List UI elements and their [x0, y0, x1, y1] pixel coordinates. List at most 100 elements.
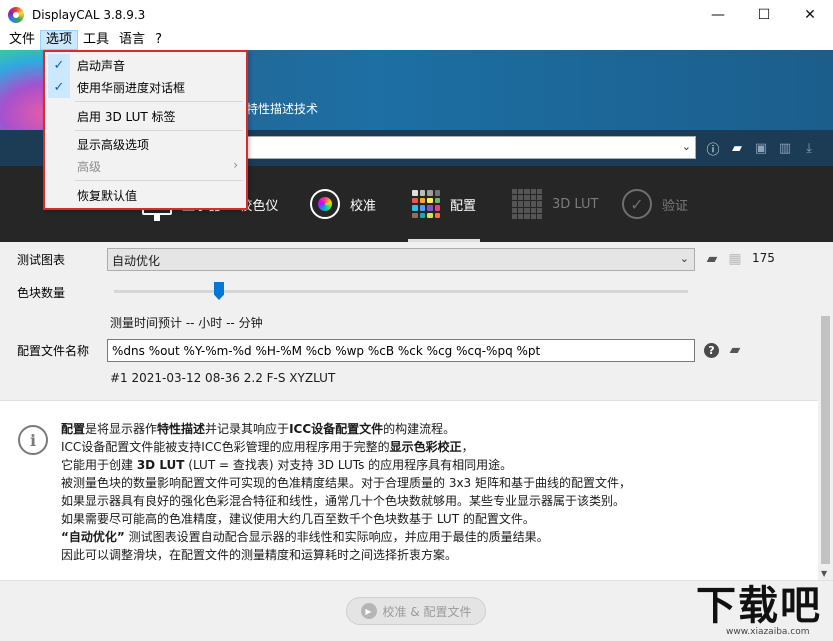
folder-icon[interactable]: ▰: [726, 341, 744, 359]
info-bold: 3D LUT: [136, 458, 185, 472]
info-line: 如果显示器具有良好的强化色彩混合特征和线性，通常几十个色块数就够用。某些专业显示…: [61, 494, 626, 508]
menu-bar: 文件 选项 工具 语言 ?: [0, 30, 833, 50]
info-bold: 配置: [61, 422, 86, 436]
lut-grid-icon: [512, 189, 542, 219]
menu-item-show-advanced[interactable]: 显示高级选项: [45, 133, 246, 155]
chevron-down-icon: ⌄: [679, 252, 689, 265]
test-chart-select[interactable]: 自动优化 ⌄: [107, 248, 695, 271]
folder-icon[interactable]: ▰: [703, 250, 721, 268]
menu-item-label: 恢复默认值: [77, 189, 138, 203]
menu-item-label: 显示高级选项: [77, 138, 150, 152]
info-text: 配置是将显示器作特性描述并记录其响应于ICC设备配置文件的构建流程。 ICC设备…: [61, 420, 801, 564]
tab-verification[interactable]: ✓ 验证: [622, 166, 688, 242]
profile-name-field[interactable]: [108, 340, 694, 361]
menu-item-restore-defaults[interactable]: 恢复默认值: [45, 184, 246, 206]
info-text-span: ICC设备配置文件能被支持ICC色彩管理的应用程序用于完整的: [61, 440, 390, 454]
info-bold: “自动优化”: [61, 530, 125, 544]
info-panel: i 配置是将显示器作特性描述并记录其响应于ICC设备配置文件的构建流程。 ICC…: [0, 400, 818, 580]
info-bold: 显示色彩校正: [389, 440, 462, 454]
patch-count-slider-thumb[interactable]: [214, 282, 224, 300]
patch-count-slider-track[interactable]: [114, 290, 688, 293]
patch-count-label: 色块数量: [17, 286, 66, 300]
menu-item-enable-3dlut-tab[interactable]: 启用 3D LUT 标签: [45, 105, 246, 127]
scrollbar-thumb[interactable]: [821, 316, 830, 564]
info-icon[interactable]: ⓘ: [704, 139, 722, 158]
calibrate-and-profile-button[interactable]: ▶ 校准 & 配置文件: [346, 597, 486, 625]
tab-label: 3D LUT: [552, 196, 599, 212]
settings-profile-select[interactable]: ⌄: [180, 136, 696, 159]
calibrate-and-profile-label: 校准 & 配置文件: [382, 604, 472, 619]
menu-file[interactable]: 文件: [4, 30, 40, 50]
window-controls: — ☐ ✕: [695, 0, 833, 30]
menu-item-label: 启动声音: [77, 59, 126, 73]
tab-3d-lut[interactable]: 3D LUT: [512, 166, 598, 242]
tab-label: 配置: [450, 198, 477, 214]
info-text-span: 是将显示器作: [85, 422, 158, 436]
trash-icon[interactable]: ▥: [776, 139, 794, 157]
test-chart-value: 自动优化: [112, 254, 161, 268]
calibration-icon: [310, 189, 340, 219]
chevron-right-icon: ›: [233, 158, 238, 172]
info-text-span: 它能用于创建: [61, 458, 137, 472]
menu-item-label: 使用华丽进度对话框: [77, 81, 186, 95]
menu-item-label: 高级: [77, 160, 102, 174]
menu-item-advanced: 高级 ›: [45, 155, 246, 177]
verify-check-icon: ✓: [622, 189, 652, 219]
patch-count-value: 175: [752, 251, 775, 265]
info-text-span: 的构建流程。: [383, 422, 456, 436]
banner-caption: 特性描述技术: [246, 102, 319, 116]
help-icon[interactable]: ?: [704, 343, 719, 358]
window-title: DisplayCAL 3.8.9.3: [32, 8, 146, 22]
profile-name-label: 配置文件名称: [17, 344, 90, 358]
checkmark-icon: ✓: [48, 54, 70, 76]
info-line: 因此可以调整滑块，在配置文件的测量精度和运算耗时之间选择折衷方案。: [61, 548, 458, 562]
info-text-span: 测试图表设置自动配合显示器的非线性和实际响应，并应用于最佳的质量结果。: [124, 530, 549, 544]
watermark-logo: 下载吧: [696, 583, 822, 629]
menu-item-startup-sound[interactable]: ✓ 启动声音: [45, 54, 246, 76]
test-chart-label: 测试图表: [17, 253, 66, 267]
menu-language[interactable]: 语言: [114, 30, 150, 50]
info-line: 它能用于创建 3D LUT (LUT = 查找表) 对支持 3D LUTs 的应…: [61, 456, 801, 474]
profiling-grid-icon: [412, 190, 440, 218]
info-bold: ICC设备配置文件: [289, 422, 384, 436]
info-line: ICC设备配置文件能被支持ICC色彩管理的应用程序用于完整的显示色彩校正，: [61, 438, 801, 456]
info-line: “自动优化” 测试图表设置自动配合显示器的非线性和实际响应，并应用于最佳的质量结…: [61, 528, 801, 546]
menu-separator: [75, 130, 243, 131]
menu-help[interactable]: ?: [150, 30, 167, 50]
menu-item-fancy-progress[interactable]: ✓ 使用华丽进度对话框: [45, 76, 246, 98]
info-text-span: (LUT = 查找表) 对支持 3D LUTs 的应用程序具有相同用途。: [184, 458, 513, 472]
menu-options[interactable]: 选项: [40, 30, 79, 50]
info-line: 被测量色块的数量影响配置文件可实现的色准精度结果。对于合理质量的 3x3 矩阵和…: [61, 476, 632, 490]
info-line: 配置是将显示器作特性描述并记录其响应于ICC设备配置文件的构建流程。: [61, 420, 801, 438]
close-button[interactable]: ✕: [787, 0, 833, 30]
menu-separator: [75, 180, 243, 181]
info-line: 如果需要尽可能高的色准精度，建议使用大约几百至数千个色块数基于 LUT 的配置文…: [61, 512, 535, 526]
chart-grid-icon[interactable]: ▦: [726, 250, 744, 268]
menu-item-label: 启用 3D LUT 标签: [77, 110, 176, 124]
folder-icon[interactable]: ▰: [728, 139, 746, 157]
watermark-url: www.xiazaiba.com: [726, 627, 810, 637]
profile-actions: ⓘ ▰ ▣ ▥ ⤓: [704, 139, 818, 158]
vertical-scrollbar[interactable]: ▼: [818, 242, 833, 580]
tab-calibration[interactable]: 校准: [310, 166, 376, 242]
maximize-button[interactable]: ☐: [741, 0, 787, 30]
profile-name-example: #1 2021-03-12 08-36 2.2 F-S XYZLUT: [110, 371, 336, 385]
menu-separator: [75, 101, 243, 102]
minimize-button[interactable]: —: [695, 0, 741, 30]
tab-label: 校准: [350, 198, 377, 214]
info-icon: i: [18, 425, 48, 455]
measurement-time-estimate: 测量时间预计 -- 小时 -- 分钟: [110, 316, 263, 330]
info-bold: 特性描述: [157, 422, 206, 436]
chevron-down-icon: ⌄: [681, 140, 691, 153]
menu-tools[interactable]: 工具: [78, 30, 114, 50]
save-icon[interactable]: ▣: [752, 139, 770, 157]
displaycal-app-icon: [8, 7, 24, 23]
download-icon[interactable]: ⤓: [800, 139, 818, 157]
title-bar: DisplayCAL 3.8.9.3 — ☐ ✕: [0, 0, 833, 30]
site-watermark: 下载吧 www.xiazaiba.com: [690, 583, 833, 641]
profile-name-input[interactable]: [107, 339, 695, 362]
scroll-down-icon[interactable]: ▼: [821, 569, 827, 578]
options-menu: ✓ 启动声音 ✓ 使用华丽进度对话框 启用 3D LUT 标签 显示高级选项 高…: [43, 50, 248, 210]
tab-profiling[interactable]: 配置: [407, 166, 481, 242]
play-icon: ▶: [360, 603, 377, 619]
